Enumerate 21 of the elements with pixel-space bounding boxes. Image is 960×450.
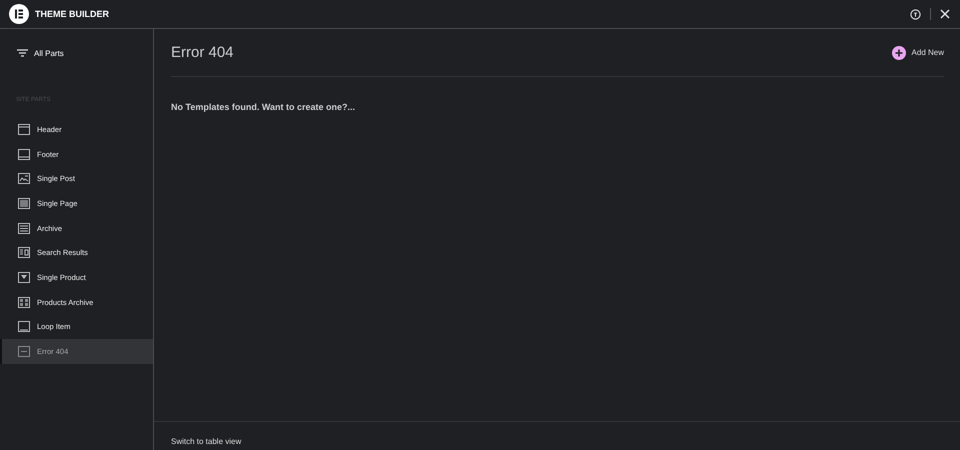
template-icon: [18, 222, 30, 234]
template-icon: [18, 247, 30, 258]
template-icon: [18, 148, 30, 160]
close-icon[interactable]: [940, 9, 950, 19]
window-title: THEME BUILDER: [35, 9, 109, 19]
template-icon: [18, 124, 30, 135]
filter-icon: [17, 49, 28, 57]
switch-view-link[interactable]: Switch to table view: [171, 437, 242, 446]
template-icon: [18, 346, 30, 358]
plus-icon: [892, 46, 906, 60]
template-icon: [18, 173, 30, 184]
help-icon[interactable]: [910, 8, 921, 20]
template-icon: [18, 198, 30, 209]
template-icon: [18, 272, 30, 283]
page-title: Error 404: [171, 44, 234, 61]
template-icon: [18, 321, 30, 332]
logo-icon: [9, 4, 29, 24]
all-parts-item[interactable]: All Parts: [0, 47, 153, 59]
empty-message: No Templates found. Want to create one?...: [171, 102, 356, 112]
template-icon: [18, 296, 30, 308]
add-new-button[interactable]: Add New: [892, 46, 944, 60]
